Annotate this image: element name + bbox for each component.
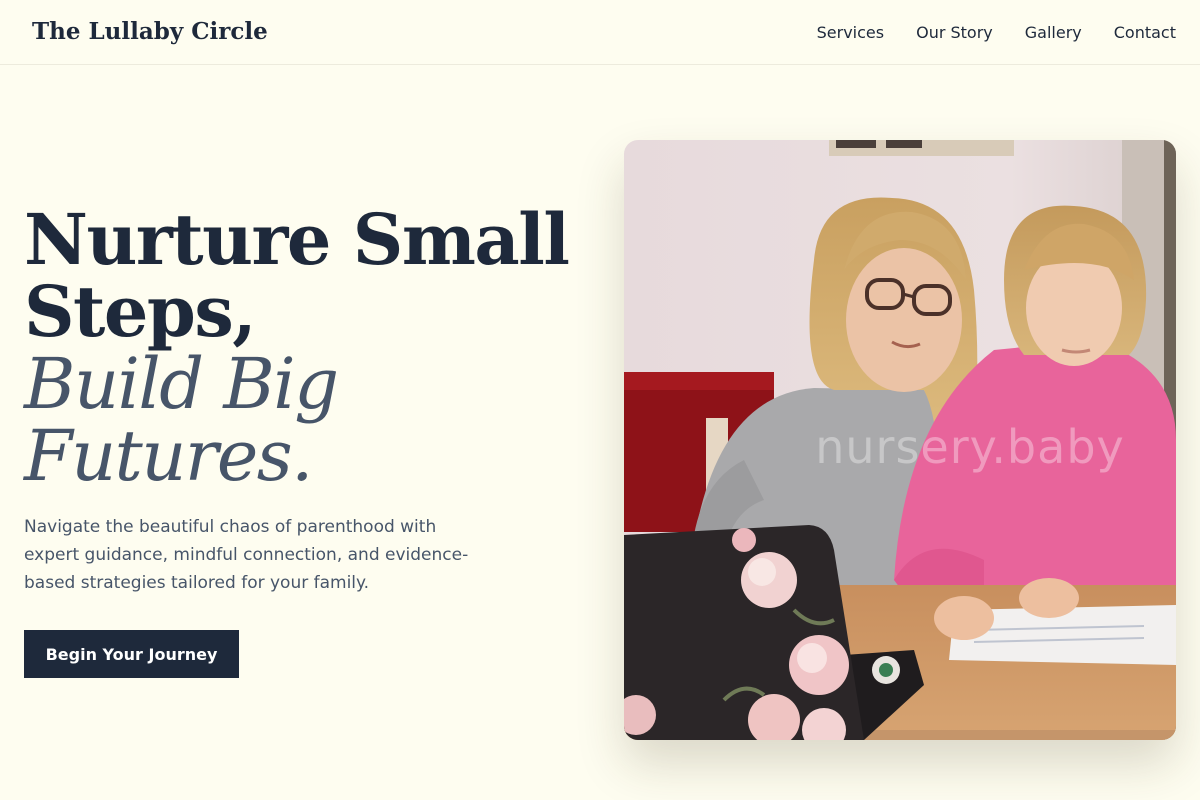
hero-photo-illustration [624,140,1176,740]
brand-logo[interactable]: The Lullaby Circle [32,17,268,47]
nav-link-our-story[interactable]: Our Story [916,23,993,42]
nav-link-contact[interactable]: Contact [1114,23,1176,42]
hero-title-line-1: Nurture Small [24,198,570,281]
hero-title-line-3: Build Big [24,343,339,425]
hero-description: Navigate the beautiful chaos of parentho… [24,517,469,593]
hero-title-line-4: Futures. [24,415,313,497]
hero-title-line-2: Steps, [24,270,257,353]
nav-link-services[interactable]: Services [817,23,884,42]
nav-link-gallery[interactable]: Gallery [1025,23,1082,42]
main-nav: Services Our Story Gallery Contact [817,20,1176,44]
site-header: The Lullaby Circle Services Our Story Ga… [0,0,1200,65]
begin-journey-button[interactable]: Begin Your Journey [24,630,239,678]
hero-image: nursery.baby [624,140,1176,740]
hero-title: Nurture Small Steps, Build Big Futures. [24,198,584,497]
